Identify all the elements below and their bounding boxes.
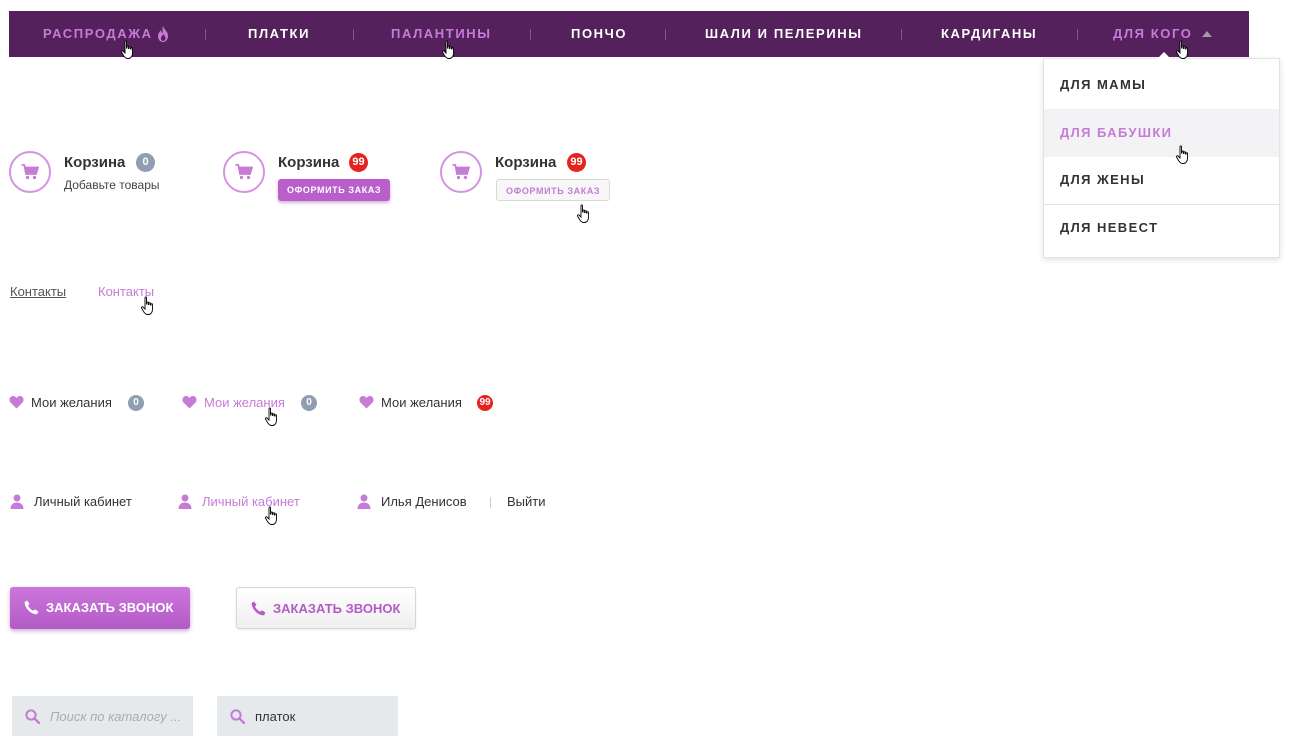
wishlist-link[interactable]: Мои желания <box>31 395 112 410</box>
cart-title: Корзина <box>495 154 557 171</box>
heart-icon <box>182 396 197 409</box>
request-call-label: ЗАКАЗАТЬ ЗВОНОК <box>273 601 401 616</box>
cart-subtitle: Добавьте товары <box>64 178 160 192</box>
hand-cursor-icon <box>1175 145 1188 164</box>
cart-title: Корзина <box>64 154 126 171</box>
flame-icon <box>158 26 168 42</box>
hand-cursor-icon <box>140 296 153 315</box>
dropdown-item-grandma[interactable]: ДЛЯ БАБУШКИ <box>1044 109 1279 157</box>
for-whom-dropdown: ДЛЯ МАМЫ ДЛЯ БАБУШКИ ДЛЯ ЖЕНЫ ДЛЯ НЕВЕСТ <box>1043 58 1280 258</box>
search-box-empty <box>12 696 193 736</box>
dropdown-notch <box>1157 52 1171 59</box>
cart-title: Корзина <box>278 154 340 171</box>
hand-cursor-icon <box>264 506 277 525</box>
search-icon[interactable] <box>25 709 40 724</box>
hand-cursor-icon <box>264 407 277 426</box>
phone-icon <box>24 600 39 615</box>
search-box-filled <box>217 696 398 736</box>
search-input[interactable] <box>50 696 190 736</box>
cart-icon <box>452 164 470 180</box>
cart-count-badge: 99 <box>567 153 586 172</box>
nav-item-ponchos[interactable]: ПОНЧО <box>571 11 627 57</box>
dropdown-item-wife[interactable]: ДЛЯ ЖЕНЫ <box>1044 156 1279 204</box>
caret-up-icon <box>1202 31 1212 37</box>
nav-separator <box>205 29 206 40</box>
cart-count-badge: 0 <box>136 153 155 172</box>
wishlist-count-badge: 99 <box>477 395 493 411</box>
user-icon <box>10 494 24 509</box>
account-link-hover[interactable]: Личный кабинет <box>202 494 300 509</box>
checkout-button-outline[interactable]: ОФОРМИТЬ ЗАКАЗ <box>496 179 611 201</box>
request-call-button-outline[interactable]: ЗАКАЗАТЬ ЗВОНОК <box>236 587 416 629</box>
search-icon[interactable] <box>230 709 245 724</box>
user-name-link[interactable]: Илья Денисов <box>381 494 467 509</box>
nav-separator <box>665 29 666 40</box>
wishlist-count-badge: 0 <box>301 395 317 411</box>
request-call-button[interactable]: ЗАКАЗАТЬ ЗВОНОК <box>10 587 190 629</box>
user-icon <box>178 494 192 509</box>
request-call-label: ЗАКАЗАТЬ ЗВОНОК <box>46 600 174 615</box>
search-input[interactable] <box>255 696 395 736</box>
nav-item-sale[interactable]: РАСПРОДАЖА <box>43 11 153 57</box>
account-link[interactable]: Личный кабинет <box>34 494 132 509</box>
checkout-button[interactable]: ОФОРМИТЬ ЗАКАЗ <box>278 179 391 201</box>
nav-item-shawls[interactable]: ПЛАТКИ <box>248 11 310 57</box>
cart-button[interactable] <box>9 151 51 193</box>
wishlist-link[interactable]: Мои желания <box>381 395 462 410</box>
cart-button[interactable] <box>440 151 482 193</box>
main-nav: РАСПРОДАЖА ПЛАТКИ ПАЛАНТИНЫ ПОНЧО ШАЛИ И… <box>9 11 1249 57</box>
cart-icon <box>21 164 39 180</box>
logout-link[interactable]: Выйти <box>507 494 546 509</box>
nav-item-capes[interactable]: ШАЛИ И ПЕЛЕРИНЫ <box>705 11 863 57</box>
nav-item-cardigans[interactable]: КАРДИГАНЫ <box>941 11 1037 57</box>
cart-count-badge: 99 <box>349 153 368 172</box>
contacts-link[interactable]: Контакты <box>10 284 66 299</box>
nav-separator <box>530 29 531 40</box>
heart-icon <box>9 396 24 409</box>
hand-cursor-icon <box>1175 40 1188 59</box>
heart-icon <box>359 396 374 409</box>
dropdown-item-mom[interactable]: ДЛЯ МАМЫ <box>1044 61 1279 109</box>
hand-cursor-icon <box>441 40 454 59</box>
nav-separator <box>901 29 902 40</box>
user-icon <box>357 494 371 509</box>
dropdown-item-brides[interactable]: ДЛЯ НЕВЕСТ <box>1044 204 1279 252</box>
phone-icon <box>251 601 266 616</box>
nav-separator <box>353 29 354 40</box>
wishlist-count-badge: 0 <box>128 395 144 411</box>
nav-separator <box>1077 29 1078 40</box>
cart-button[interactable] <box>223 151 265 193</box>
account-separator <box>490 497 491 508</box>
cart-icon <box>235 164 253 180</box>
hand-cursor-icon <box>576 204 589 223</box>
hand-cursor-icon <box>120 40 133 59</box>
